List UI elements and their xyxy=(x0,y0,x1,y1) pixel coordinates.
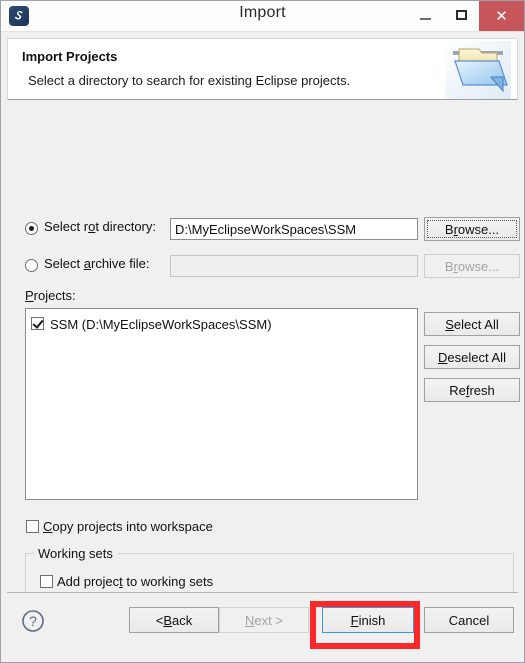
browse-root-directory-button[interactable]: Br owse... xyxy=(424,217,520,241)
add-project-pre: Add projec xyxy=(57,574,120,589)
copy-projects-acc: C xyxy=(43,519,53,534)
copy-projects-checkbox-row[interactable]: Copy projects into workspace xyxy=(26,519,213,534)
cancel-pre: Cancel xyxy=(448,612,490,628)
browse-archive-pre: B xyxy=(444,258,454,274)
select-all-post: elect All xyxy=(453,316,499,332)
add-project-to-working-sets-row[interactable]: Add project to working sets xyxy=(40,574,213,589)
project-checkbox[interactable] xyxy=(31,317,44,330)
radio-select-root-directory[interactable] xyxy=(25,222,38,235)
dialog-header: Import Projects Select a directory to se… xyxy=(7,38,518,100)
svg-text:?: ? xyxy=(29,613,37,629)
label-select-archive-file: Select archive file: xyxy=(44,256,150,271)
projects-label: Projects: xyxy=(25,288,76,303)
window-controls: ✕ xyxy=(407,1,524,31)
refresh-button[interactable]: Re f resh xyxy=(424,378,520,402)
next-button[interactable]: Next > xyxy=(219,607,309,633)
select-all-acc: S xyxy=(445,316,454,332)
browse-archive-file-button[interactable]: Br owse... xyxy=(424,254,520,278)
add-project-post: to working sets xyxy=(122,574,214,589)
import-dialog-window: Import ✕ Import Projects Select a direct… xyxy=(0,0,525,663)
finish-button[interactable]: Finish xyxy=(322,607,414,633)
projects-listbox[interactable]: SSM (D:\MyEclipseWorkSpaces\SSM) xyxy=(25,308,418,500)
add-project-checkbox[interactable] xyxy=(40,575,53,588)
browse-root-post: owse... xyxy=(457,221,500,237)
page-title: Import Projects xyxy=(22,49,118,64)
dialog-footer: ? < Back Next > Finish Cancel xyxy=(7,592,518,657)
maximize-icon xyxy=(455,10,467,20)
projects-label-acc: P xyxy=(25,288,34,303)
archive-file-input[interactable] xyxy=(170,255,418,277)
deselect-all-post: eselect All xyxy=(447,349,506,365)
refresh-post: resh xyxy=(469,382,495,398)
copy-projects-label: Copy projects into workspace xyxy=(43,519,213,534)
refresh-pre: Re xyxy=(449,382,466,398)
deselect-all-button[interactable]: Deselect All xyxy=(424,345,520,369)
label-root-post: t directory: xyxy=(95,219,156,234)
browse-archive-post: owse... xyxy=(457,258,500,274)
select-all-button[interactable]: Select All xyxy=(424,312,520,336)
copy-projects-post: opy projects into workspace xyxy=(52,519,213,534)
copy-projects-checkbox[interactable] xyxy=(26,520,39,533)
label-root-pre: Select r xyxy=(44,219,89,234)
label-archive-pre: Select xyxy=(44,256,84,271)
title-bar: Import ✕ xyxy=(1,1,524,32)
projects-label-post: rojects: xyxy=(33,288,76,303)
next-post: ext > xyxy=(254,612,283,628)
page-subtitle: Select a directory to search for existin… xyxy=(28,73,351,88)
cancel-button[interactable]: Cancel xyxy=(424,607,514,633)
next-acc: N xyxy=(245,612,255,628)
minimize-button[interactable] xyxy=(407,1,443,29)
dialog-body: Select rot directory: Browse... Select a… xyxy=(7,100,520,628)
help-icon[interactable]: ? xyxy=(21,609,45,633)
import-folder-icon xyxy=(445,41,511,99)
radio-select-archive-file[interactable] xyxy=(25,259,38,272)
close-icon: ✕ xyxy=(495,7,508,25)
deselect-all-acc: D xyxy=(438,349,448,365)
working-sets-legend: Working sets xyxy=(34,546,117,561)
list-item[interactable]: SSM (D:\MyEclipseWorkSpaces\SSM) xyxy=(26,314,417,334)
project-label: SSM (D:\MyEclipseWorkSpaces\SSM) xyxy=(50,316,272,332)
root-directory-input[interactable] xyxy=(170,218,418,240)
close-button[interactable]: ✕ xyxy=(479,1,524,31)
maximize-button[interactable] xyxy=(443,1,479,29)
back-button[interactable]: < Back xyxy=(129,607,219,633)
finish-acc: F xyxy=(350,612,359,628)
back-acc: B xyxy=(163,612,173,628)
back-post: ack xyxy=(172,612,193,628)
minimize-icon xyxy=(419,18,431,20)
browse-root-pre: B xyxy=(444,221,454,237)
back-pre: < xyxy=(155,612,164,628)
label-archive-post: rchive file: xyxy=(90,256,150,271)
label-select-root-directory: Select rot directory: xyxy=(44,219,156,234)
finish-post: inish xyxy=(358,612,386,628)
label-archive-acc: a xyxy=(83,256,91,271)
add-project-label: Add project to working sets xyxy=(57,574,213,589)
